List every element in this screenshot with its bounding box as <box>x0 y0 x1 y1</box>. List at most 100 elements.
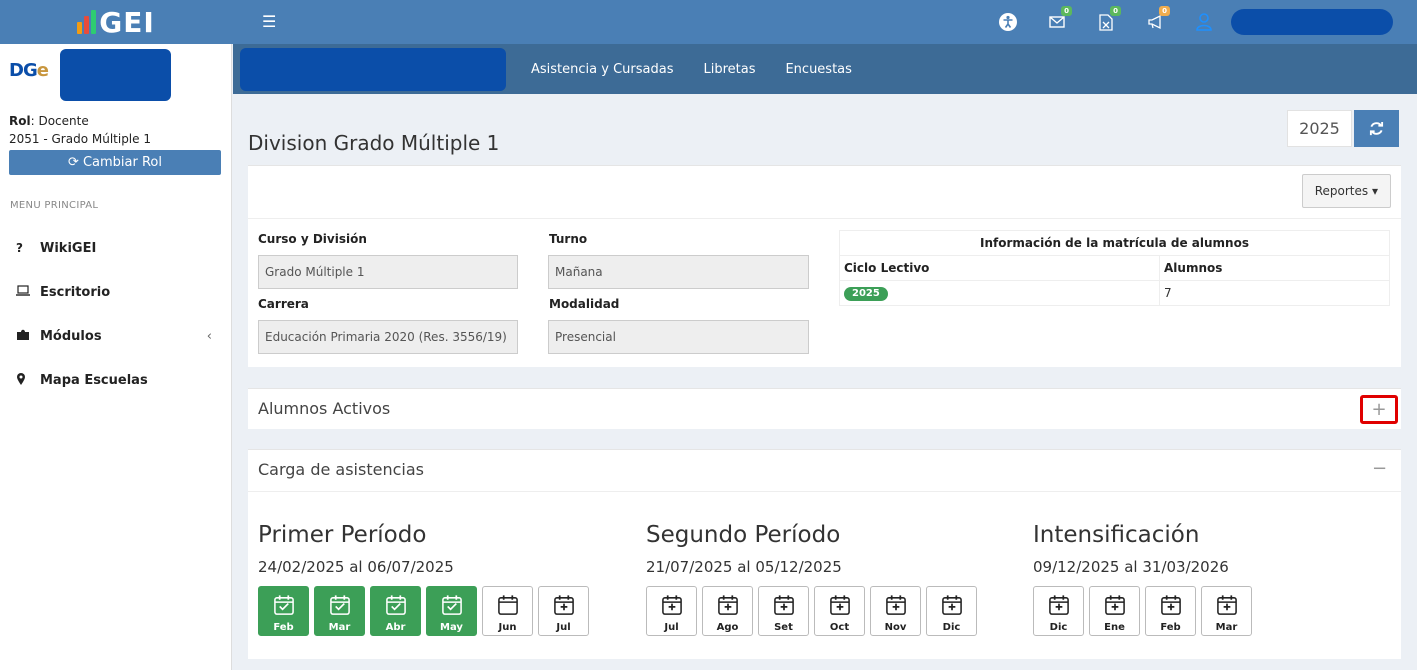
division-info-card: Reportes ▾ Curso y División Grado Múltip… <box>248 165 1401 367</box>
month-button-ago[interactable]: Ago <box>702 586 753 636</box>
matricula-table: Información de la matrícula de alumnos C… <box>839 230 1390 306</box>
mail-icon[interactable]: 0 <box>1045 6 1072 34</box>
user-icon[interactable] <box>1192 10 1216 34</box>
hamburger-menu-icon[interactable]: ☰ <box>262 12 276 31</box>
change-role-label: Cambiar Rol <box>82 155 162 170</box>
carrera-field: Educación Primaria 2020 (Res. 3556/19) <box>258 320 518 354</box>
calendar-plus-icon <box>1216 594 1238 622</box>
month-label: Ene <box>1104 622 1125 633</box>
month-button-nov[interactable]: Nov <box>870 586 921 636</box>
calendar-plus-icon <box>661 594 683 622</box>
refresh-button[interactable] <box>1354 110 1399 147</box>
period-intensificacion: Intensificación 09/12/2025 al 31/03/2026… <box>1033 522 1252 636</box>
month-button-feb[interactable]: Feb <box>1145 586 1196 636</box>
turno-label: Turno <box>549 232 588 246</box>
month-button-ene[interactable]: Ene <box>1089 586 1140 636</box>
collapse-asistencias-button[interactable]: − <box>1372 458 1387 479</box>
table-header-ciclo: Ciclo Lectivo <box>839 255 1160 281</box>
sidebar-item-modulos[interactable]: Módulos ‹ <box>0 314 232 358</box>
month-label: Jul <box>664 622 679 633</box>
sidebar-item-wikigei[interactable]: ? WikiGEI <box>0 226 232 270</box>
brand-bars-icon <box>77 10 97 34</box>
month-label: Feb <box>273 622 294 633</box>
table-row: 2025 7 <box>839 280 1390 306</box>
school-name-redacted <box>60 49 171 101</box>
period-title: Primer Período <box>258 522 427 548</box>
month-buttons: Jul Ago Set Oct Nov Dic <box>646 586 977 636</box>
period-segundo: Segundo Período 21/07/2025 al 05/12/2025… <box>646 522 977 636</box>
nav-asistencia-cursadas[interactable]: Asistencia y Cursadas <box>531 62 673 77</box>
sidebar-item-label: Escritorio <box>40 284 111 300</box>
subnav-links: Asistencia y Cursadas Libretas Encuestas <box>531 44 882 94</box>
brand-name: GEI <box>99 5 155 39</box>
header-icons: 0 0 0 <box>996 0 1417 44</box>
alumnos-count: 7 <box>1159 280 1390 306</box>
change-role-button[interactable]: ⟳ Cambiar Rol <box>9 150 221 175</box>
calendar-plus-icon <box>885 594 907 622</box>
period-range: 24/02/2025 al 06/07/2025 <box>258 558 454 576</box>
divider <box>248 491 1401 492</box>
page-title: Division Grado Múltiple 1 <box>248 131 500 155</box>
calendar-icon <box>497 594 519 622</box>
calendar-check-icon <box>273 594 295 622</box>
month-button-may[interactable]: May <box>426 586 477 636</box>
mail-badge: 0 <box>1061 6 1072 16</box>
calendar-plus-icon <box>717 594 739 622</box>
accessibility-icon[interactable] <box>996 10 1020 34</box>
month-button-dic[interactable]: Dic <box>1033 586 1084 636</box>
month-button-mar[interactable]: Mar <box>1201 586 1252 636</box>
period-title: Intensificación <box>1033 522 1200 548</box>
month-label: Mar <box>328 622 351 633</box>
calendar-plus-icon <box>553 594 575 622</box>
brand-logo[interactable]: GEI <box>0 0 232 44</box>
month-label: Dic <box>1049 622 1068 633</box>
month-label: Abr <box>385 622 406 633</box>
month-button-feb[interactable]: Feb <box>258 586 309 636</box>
alumnos-activos-title: Alumnos Activos <box>258 399 391 418</box>
month-button-jul[interactable]: Jul <box>538 586 589 636</box>
nav-encuestas[interactable]: Encuestas <box>785 62 851 77</box>
month-label: Ago <box>716 622 739 633</box>
division-text: 2051 - Grado Múltiple 1 <box>9 132 151 146</box>
reportes-dropdown-button[interactable]: Reportes ▾ <box>1301 174 1391 208</box>
period-primer: Primer Período 24/02/2025 al 06/07/2025 … <box>258 522 589 636</box>
role-info: Rol: Docente 2051 - Grado Múltiple 1 <box>9 112 151 148</box>
calendar-plus-icon <box>1048 594 1070 622</box>
period-range: 21/07/2025 al 05/12/2025 <box>646 558 842 576</box>
month-button-mar[interactable]: Mar <box>314 586 365 636</box>
month-button-jun[interactable]: Jun <box>482 586 533 636</box>
expand-alumnos-button[interactable]: + <box>1360 395 1398 424</box>
top-header: GEI ☰ 0 0 0 <box>0 0 1417 44</box>
menu-header: MENU PRINCIPAL <box>10 200 99 211</box>
puzzle-icon <box>16 328 40 344</box>
sidebar-item-label: Mapa Escuelas <box>40 372 148 388</box>
sidebar-item-label: Módulos <box>40 328 102 344</box>
period-range: 09/12/2025 al 31/03/2026 <box>1033 558 1229 576</box>
megaphone-icon[interactable]: 0 <box>1143 6 1170 34</box>
turno-field: Mañana <box>548 255 809 289</box>
month-button-oct[interactable]: Oct <box>814 586 865 636</box>
sidebar-item-mapa-escuelas[interactable]: Mapa Escuelas <box>0 358 232 402</box>
chevron-left-icon: ‹ <box>206 328 212 344</box>
user-name-redacted[interactable] <box>1231 9 1393 35</box>
month-label: Set <box>774 622 793 633</box>
period-title: Segundo Período <box>646 522 841 548</box>
curso-field: Grado Múltiple 1 <box>258 255 518 289</box>
modalidad-field: Presencial <box>548 320 809 354</box>
role-value: : Docente <box>30 114 89 128</box>
nav-libretas[interactable]: Libretas <box>703 62 755 77</box>
asistencias-title: Carga de asistencias <box>258 460 424 479</box>
sidebar: DGe Rol: Docente 2051 - Grado Múltiple 1… <box>0 44 232 670</box>
laptop-icon <box>16 285 40 299</box>
month-button-abr[interactable]: Abr <box>370 586 421 636</box>
month-buttons: Feb Mar Abr May Jun Jul <box>258 586 589 636</box>
side-menu: ? WikiGEI Escritorio Módulos ‹ Mapa Escu… <box>0 226 232 402</box>
month-button-set[interactable]: Set <box>758 586 809 636</box>
carrera-label: Carrera <box>258 297 309 311</box>
month-label: Oct <box>829 622 850 633</box>
month-button-dic[interactable]: Dic <box>926 586 977 636</box>
sidebar-item-escritorio[interactable]: Escritorio <box>0 270 232 314</box>
calendar-plus-icon <box>773 594 795 622</box>
excel-file-icon[interactable]: 0 <box>1094 6 1121 34</box>
month-button-jul[interactable]: Jul <box>646 586 697 636</box>
